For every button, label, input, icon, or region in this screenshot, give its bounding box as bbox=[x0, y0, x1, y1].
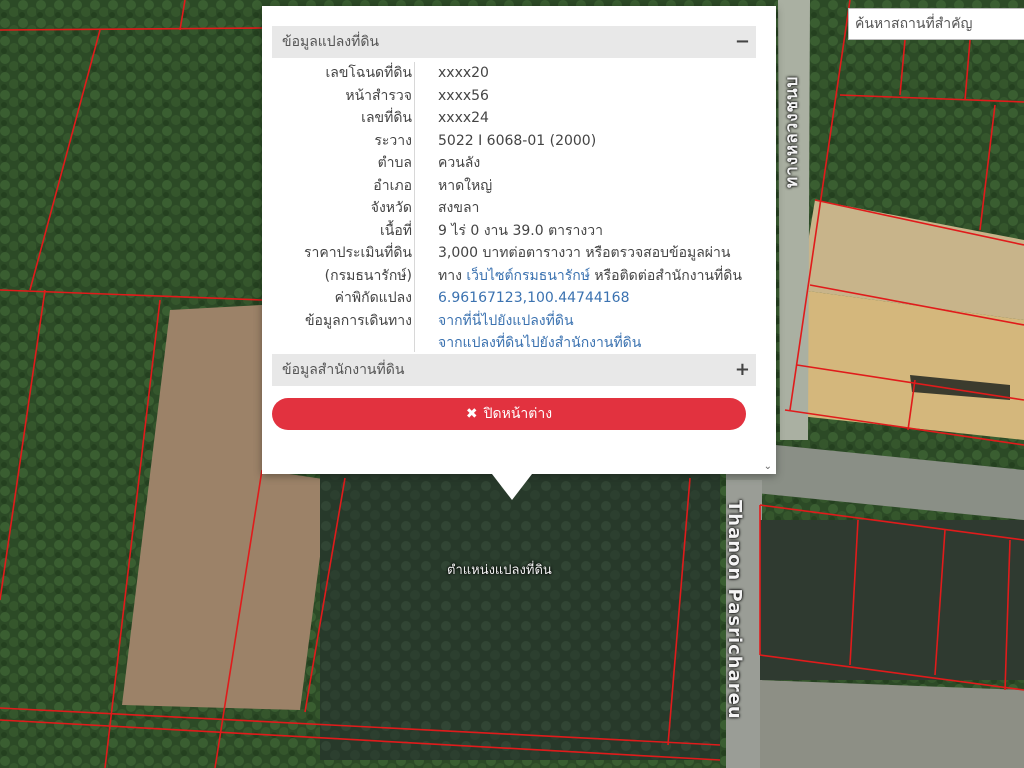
coordinates-link[interactable]: 6.96167123,100.44744168 bbox=[438, 287, 630, 309]
info-key: เลขโฉนดที่ดิน bbox=[325, 65, 412, 81]
info-key: ค่าพิกัดแปลง bbox=[334, 290, 412, 306]
info-key: เนื้อที่ bbox=[380, 222, 412, 239]
info-key: ข้อมูลการเดินทาง bbox=[304, 312, 412, 329]
section-parcel-info-header[interactable]: ข้อมูลแปลงที่ดิน − bbox=[272, 26, 756, 58]
expand-icon[interactable]: + bbox=[735, 354, 750, 386]
info-key: จังหวัด bbox=[370, 200, 412, 216]
collapse-icon[interactable]: − bbox=[735, 26, 750, 58]
treasury-website-link[interactable]: เว็บไซต์กรมธนารักษ์ bbox=[466, 268, 590, 284]
info-value-text: ทาง bbox=[438, 267, 467, 284]
info-key: หน้าสำรวจ bbox=[345, 87, 412, 104]
info-key: (กรมธนารักษ์) bbox=[324, 267, 412, 284]
section-land-office-title: ข้อมูลสำนักงานที่ดิน bbox=[282, 362, 405, 378]
info-key: ราคาประเมินที่ดิน bbox=[303, 245, 412, 261]
directions-to-office-link[interactable]: จากแปลงที่ดินไปยังสำนักงานที่ดิน bbox=[438, 332, 641, 354]
road-label-thai: ทางหลวงชนบ bbox=[782, 75, 802, 188]
road-label-vertical: Thanon Pasrichareu bbox=[724, 500, 745, 720]
search-input[interactable] bbox=[848, 8, 1024, 40]
info-value: xxxx56 bbox=[438, 87, 489, 104]
close-window-label: ปิดหน้าต่าง bbox=[483, 406, 553, 422]
info-value: ควนลัง bbox=[438, 155, 481, 171]
info-key: อำเภอ bbox=[373, 177, 412, 194]
info-key: เลขที่ดิน bbox=[361, 110, 412, 126]
close-icon: ✖ bbox=[465, 406, 478, 422]
info-value: หาดใหญ่ bbox=[438, 177, 493, 194]
info-value: xxxx20 bbox=[438, 65, 489, 81]
column-divider bbox=[414, 62, 415, 352]
info-value: 3,000 บาทต่อตารางวา หรือตรวจสอบข้อมูลผ่า… bbox=[438, 245, 731, 261]
directions-to-parcel-link[interactable]: จากที่นี่ไปยังแปลงที่ดิน bbox=[438, 310, 574, 332]
parcel-location-label: ตำแหน่งแปลงที่ดิน bbox=[447, 563, 552, 578]
section-land-office-header[interactable]: ข้อมูลสำนักงานที่ดิน + bbox=[272, 354, 756, 386]
parcel-info-popup: ข้อมูลแปลงที่ดิน − เลขโฉนดที่ดิน xxxx20 … bbox=[262, 6, 776, 474]
info-key: ตำบล bbox=[377, 155, 412, 171]
info-value: สงขลา bbox=[438, 200, 480, 216]
info-value: ทาง เว็บไซต์กรมธนารักษ์ หรือติดต่อสำนักง… bbox=[438, 265, 742, 287]
info-value: xxxx24 bbox=[438, 110, 489, 126]
close-window-button[interactable]: ✖ ปิดหน้าต่าง bbox=[272, 398, 746, 430]
info-value: 9 ไร่ 0 งาน 39.0 ตารางวา bbox=[438, 222, 603, 239]
popup-content[interactable]: ข้อมูลแปลงที่ดิน − เลขโฉนดที่ดิน xxxx20 … bbox=[262, 6, 776, 474]
scroll-down-icon[interactable]: ⌄ bbox=[764, 461, 772, 472]
info-key: ระวาง bbox=[374, 132, 412, 149]
info-value: 5022 I 6068-01 (2000) bbox=[438, 132, 597, 149]
section-parcel-info-title: ข้อมูลแปลงที่ดิน bbox=[282, 34, 380, 50]
popup-pointer bbox=[492, 474, 532, 500]
info-value-text: หรือติดต่อสำนักงานที่ดิน bbox=[589, 267, 742, 284]
